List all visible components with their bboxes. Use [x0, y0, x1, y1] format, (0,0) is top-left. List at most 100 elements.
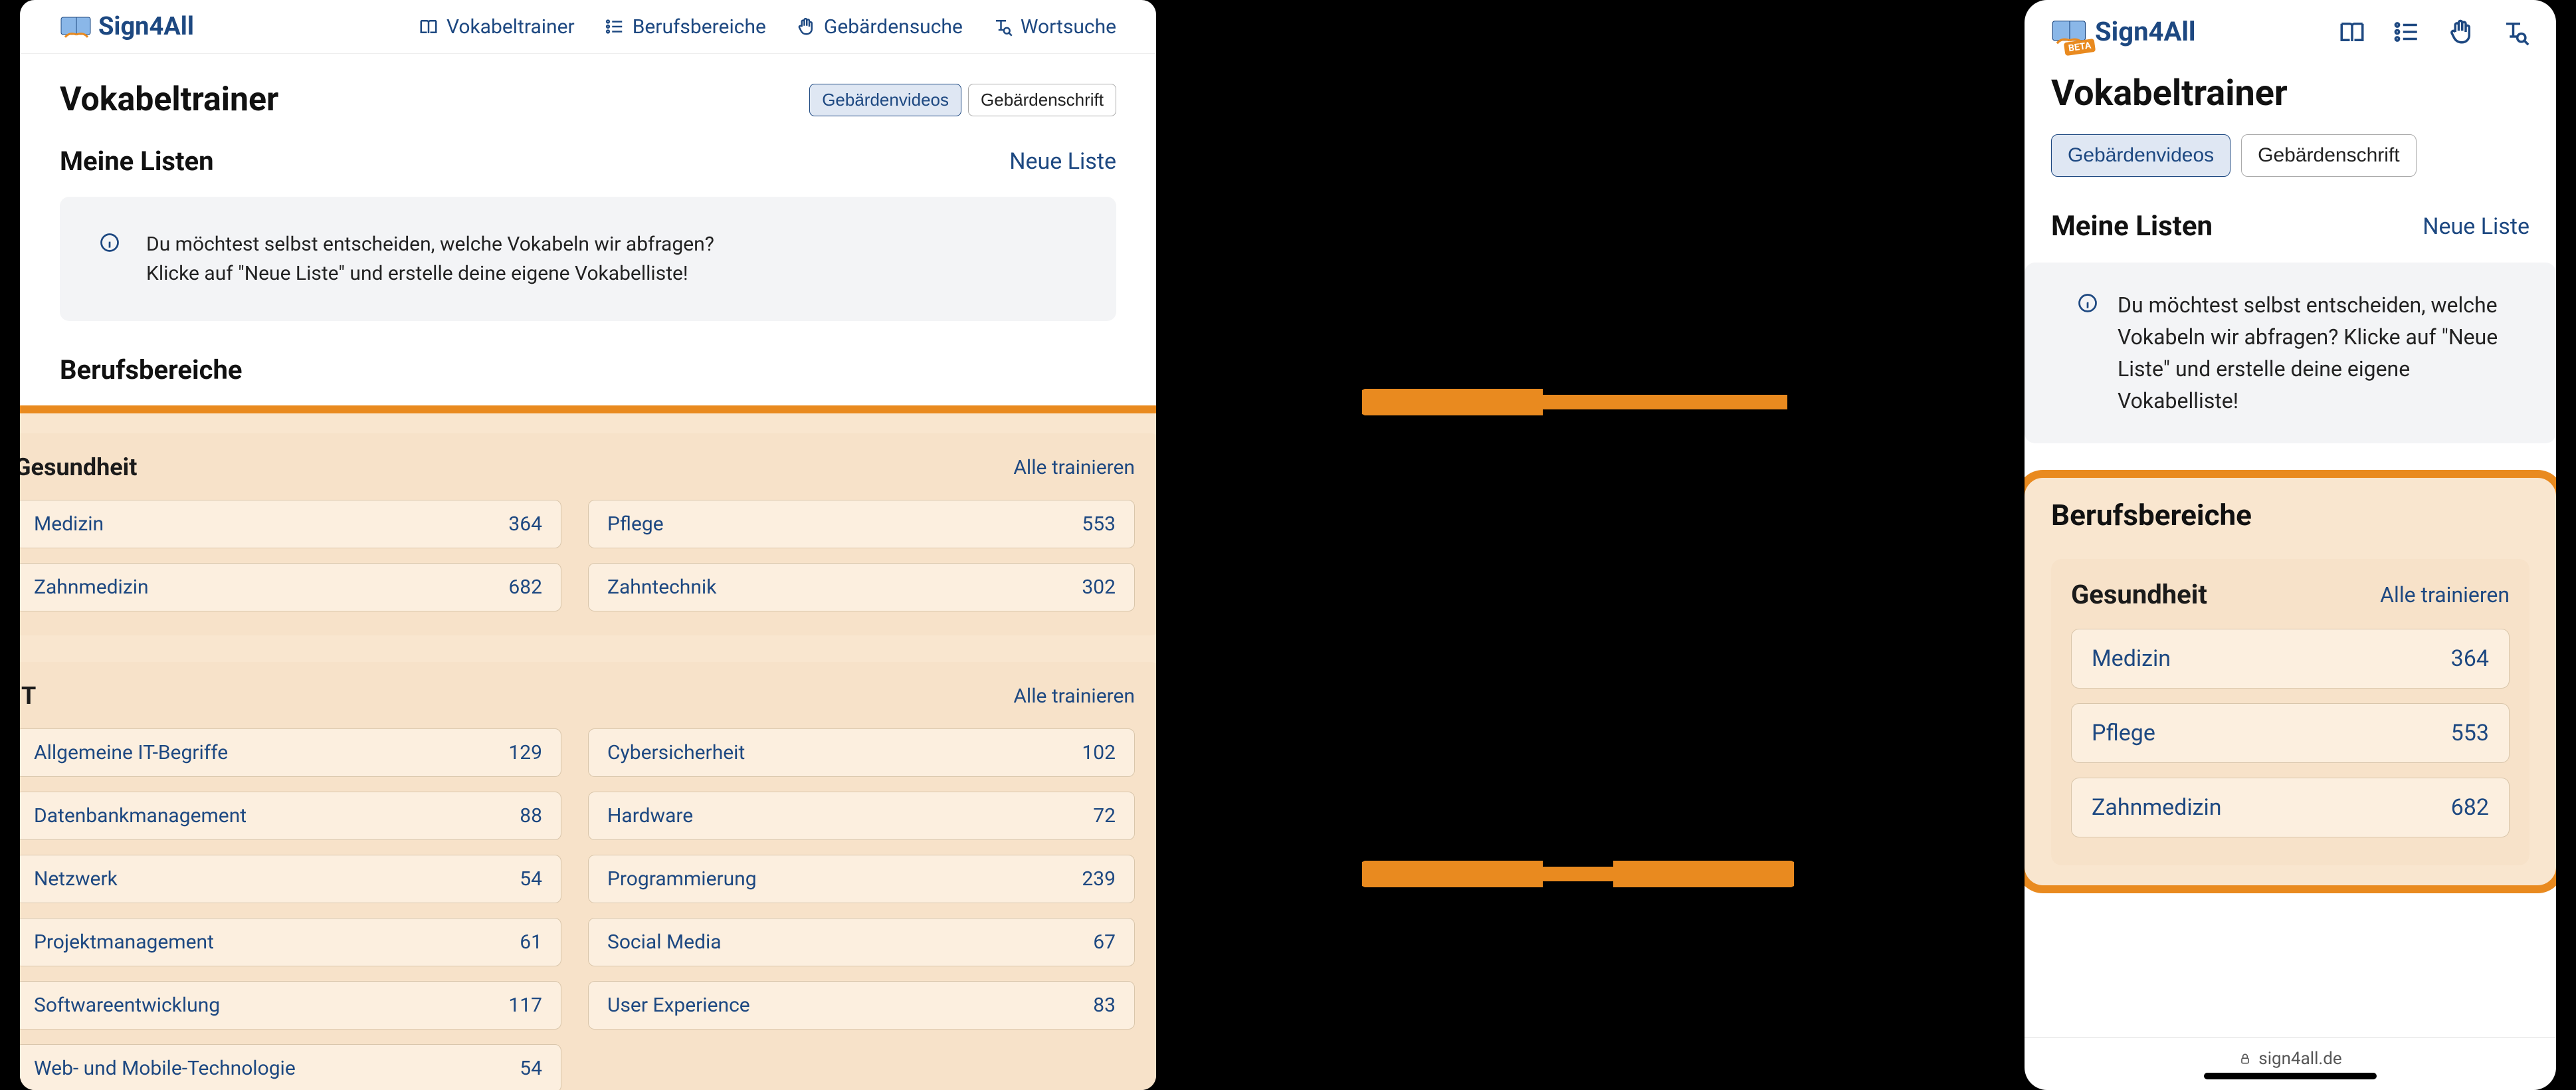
my-lists-title: Meine Listen: [60, 146, 214, 177]
vocab-list-chip[interactable]: Projektmanagement61: [20, 918, 561, 966]
highlighted-domains-area: Berufsbereiche Gesundheit Alle trainiere…: [2025, 470, 2556, 893]
display-mode-toggle: Gebärdenvideos Gebärdenschrift: [809, 84, 1116, 116]
vocab-list-chip[interactable]: Hardware72: [588, 792, 1135, 840]
chip-count: 682: [2451, 794, 2489, 821]
vocab-list-chip[interactable]: Medizin 364: [2071, 629, 2510, 689]
text-search-icon[interactable]: [2502, 18, 2529, 46]
chip-label: Social Media: [607, 930, 722, 954]
arrow-left-annotation: [1362, 389, 1794, 415]
domain-card: GesundheitAlle trainierenMedizin364Pfleg…: [20, 433, 1156, 635]
chip-label: Medizin: [2092, 645, 2171, 672]
vocab-list-chip[interactable]: User Experience83: [588, 981, 1135, 1030]
train-all-link[interactable]: Alle trainieren: [1013, 685, 1135, 708]
nav-wortsuche[interactable]: Wortsuche: [993, 15, 1116, 39]
domain-title: Gesundheit: [2071, 579, 2207, 610]
chip-count: 88: [520, 804, 542, 827]
chip-count: 54: [520, 1057, 542, 1080]
page-title: Vokabeltrainer: [2051, 72, 2529, 114]
domain-card-gesundheit: Gesundheit Alle trainieren Medizin 364 Pfl…: [2051, 559, 2529, 865]
top-nav: Vokabeltrainer Berufsbereiche Gebärdensu…: [419, 15, 1116, 39]
chip-label: Zahnmedizin: [2092, 794, 2222, 821]
info-icon: [100, 233, 120, 253]
vocab-list-chip[interactable]: Social Media 67: [588, 918, 1135, 966]
mobile-nav: [2338, 18, 2529, 46]
chip-count: 129: [508, 741, 542, 764]
mobile-header: Sign4All BETA: [2025, 0, 2556, 59]
hand-icon: [796, 17, 816, 37]
display-mode-toggle: Gebärdenvideos Gebärdenschrift: [2051, 134, 2529, 177]
browser-url-bar[interactable]: sign4all.de: [2025, 1037, 2556, 1090]
chip-count: 553: [2451, 720, 2489, 746]
header: Sign4All Vokabeltrainer Berufsbereiche G…: [20, 0, 1156, 54]
brand-text: Sign4All: [2095, 16, 2195, 47]
info-icon: [2078, 293, 2098, 313]
book-icon: [419, 17, 439, 37]
chip-count: 239: [1082, 867, 1116, 891]
chip-label: Netzwerk: [34, 867, 118, 891]
domain-title: IT: [20, 682, 36, 710]
vocab-list-chip[interactable]: Datenbankmanagement 88: [20, 792, 561, 840]
chip-count: 102: [1082, 741, 1116, 764]
page-title: Vokabeltrainer: [60, 80, 278, 119]
vocab-list-chip[interactable]: Softwareentwicklung 117: [20, 981, 561, 1030]
vocab-list-chip[interactable]: Allgemeine IT-Begriffe129: [20, 728, 561, 777]
chip-count: 302: [1082, 576, 1116, 599]
text-search-icon: [993, 17, 1013, 37]
domains-section-title: Berufsbereiche: [60, 354, 1116, 385]
info-box: Du möchtest selbst entscheiden, welche V…: [2025, 263, 2556, 443]
chip-label: Pflege: [2092, 720, 2155, 746]
chip-label: Programmierung: [607, 867, 757, 891]
nav-berufsbereiche[interactable]: Berufsbereiche: [605, 15, 766, 39]
vocab-list-chip[interactable]: Pflege 553: [2071, 703, 2510, 763]
my-lists-title: Meine Listen: [2051, 210, 2213, 243]
vocab-list-chip[interactable]: Medizin364: [20, 500, 561, 548]
chip-label: Softwareentwicklung: [34, 994, 220, 1017]
vocab-list-chip[interactable]: Programmierung 239: [588, 855, 1135, 903]
chip-count: 682: [508, 576, 542, 599]
chip-count: 117: [508, 994, 542, 1017]
chip-count: 67: [1093, 930, 1116, 954]
toggle-schrift[interactable]: Gebärdenschrift: [2241, 134, 2416, 177]
list-icon[interactable]: [2393, 18, 2421, 46]
new-list-link[interactable]: Neue Liste: [1009, 148, 1116, 175]
brand-text: Sign4All: [98, 12, 194, 41]
brand-logo[interactable]: Sign4All: [60, 12, 194, 41]
book-icon[interactable]: [2338, 18, 2366, 46]
domains-section-title: Berufsbereiche: [2051, 498, 2529, 532]
chip-label: Hardware: [607, 804, 693, 827]
vocab-list-chip[interactable]: Zahnmedizin 682: [2071, 778, 2510, 837]
train-all-link[interactable]: Alle trainieren: [2380, 582, 2510, 607]
new-list-link[interactable]: Neue Liste: [2423, 213, 2529, 240]
info-text: Du möchtest selbst entscheiden, welche V…: [2118, 289, 2529, 417]
toggle-videos[interactable]: Gebärdenvideos: [809, 84, 961, 116]
brand-logo[interactable]: Sign4All BETA: [2051, 16, 2195, 47]
chip-count: 54: [520, 867, 542, 891]
train-all-link[interactable]: Alle trainieren: [1013, 456, 1135, 479]
list-icon: [605, 17, 625, 37]
main-content: Vokabeltrainer Gebärdenvideos Gebärdensc…: [20, 54, 1156, 1090]
mobile-view: Sign4All BETA Vokabeltrainer Gebärdenvid…: [2025, 0, 2556, 1090]
domain-card: IT Alle trainieren Allgemeine IT-Begriffe1…: [20, 662, 1156, 1090]
nav-gebaerdensuche[interactable]: Gebärdensuche: [796, 15, 963, 39]
lock-icon: [2238, 1052, 2252, 1065]
mobile-main: Vokabeltrainer Gebärdenvideos Gebärdensc…: [2025, 59, 2556, 1037]
chip-label: Web- und Mobile-Technologie: [34, 1057, 296, 1080]
vocab-list-chip[interactable]: Web- und Mobile-Technologie 54: [20, 1044, 561, 1090]
nav-vokabeltrainer[interactable]: Vokabeltrainer: [419, 15, 575, 39]
chip-label: Cybersicherheit: [607, 741, 745, 764]
vocab-list-chip[interactable]: Cybersicherheit 102: [588, 728, 1135, 777]
chip-count: 364: [2451, 645, 2489, 672]
toggle-schrift[interactable]: Gebärdenschrift: [968, 84, 1116, 116]
chip-count: 553: [1082, 512, 1116, 536]
chip-label: Zahnmedizin: [34, 576, 149, 599]
vocab-list-chip[interactable]: Zahntechnik302: [588, 563, 1135, 611]
toggle-videos[interactable]: Gebärdenvideos: [2051, 134, 2230, 177]
vocab-list-chip[interactable]: Pflege553: [588, 500, 1135, 548]
hand-icon[interactable]: [2447, 18, 2475, 46]
chip-label: User Experience: [607, 994, 750, 1017]
chip-label: Datenbankmanagement: [34, 804, 247, 827]
desktop-view: Sign4All Vokabeltrainer Berufsbereiche G…: [20, 0, 1156, 1090]
highlighted-domains-area: GesundheitAlle trainierenMedizin364Pfleg…: [20, 405, 1156, 1090]
vocab-list-chip[interactable]: Netzwerk 54: [20, 855, 561, 903]
vocab-list-chip[interactable]: Zahnmedizin 682: [20, 563, 561, 611]
